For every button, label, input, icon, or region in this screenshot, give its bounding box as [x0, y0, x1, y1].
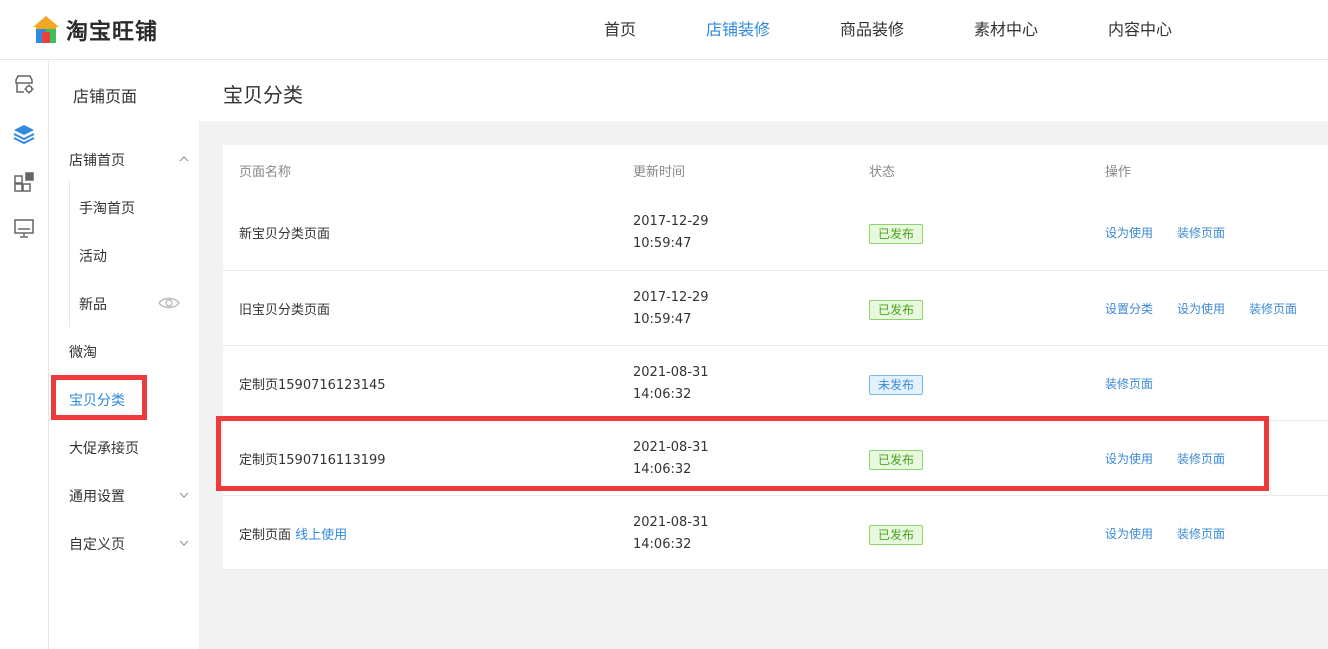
highlight-box-sidebar [51, 375, 147, 420]
page-name: 新宝贝分类页面 [239, 227, 331, 242]
nav-content-center[interactable]: 内容中心 [1108, 0, 1172, 60]
sidebar-item-promo-landing[interactable]: 大促承接页 [69, 438, 139, 458]
page-title: 宝贝分类 [223, 83, 303, 107]
main-header: 宝贝分类 [199, 61, 1328, 121]
table-row: 定制页1590716123145 2021-08-31 14:06:32 未发布 … [223, 345, 1328, 420]
updated-time: 2021-08-31 14:06:32 [633, 515, 709, 552]
nav-home[interactable]: 首页 [604, 0, 636, 60]
updated-time: 2021-08-31 14:06:32 [633, 365, 709, 402]
nav-material-center[interactable]: 素材中心 [974, 0, 1038, 60]
sidebar-item-custom-pages[interactable]: 自定义页 [69, 534, 125, 554]
decorate-page-link[interactable]: 装修页面 [1177, 525, 1225, 542]
modules-icon[interactable] [13, 171, 35, 193]
sidebar-item-new-products[interactable]: 新品 [79, 294, 107, 314]
table-row: 旧宝贝分类页面 2017-12-29 10:59:47 已发布 设置分类 设为使用… [223, 270, 1328, 345]
icon-rail [0, 61, 49, 649]
column-header-name: 页面名称 [239, 165, 292, 180]
store-settings-icon[interactable] [13, 74, 35, 96]
set-in-use-link[interactable]: 设为使用 [1177, 300, 1225, 317]
decorate-page-link[interactable]: 装修页面 [1177, 224, 1225, 241]
sidebar-item-activity[interactable]: 活动 [79, 246, 107, 266]
top-header: 淘宝旺铺 首页 店铺装修 商品装修 素材中心 内容中心 [0, 0, 1328, 60]
column-header-updated: 更新时间 [633, 165, 686, 180]
status-badge: 未发布 [869, 375, 924, 395]
decorate-page-link[interactable]: 装修页面 [1249, 300, 1297, 317]
page-name: 定制页1590716123145 [239, 378, 386, 393]
layers-icon[interactable] [13, 123, 35, 145]
nav-store-decoration[interactable]: 店铺装修 [706, 0, 770, 60]
updated-time: 2017-12-29 10:59:47 [633, 290, 709, 327]
chevron-up-icon[interactable] [179, 154, 189, 164]
nav-product-decoration[interactable]: 商品装修 [840, 0, 904, 60]
decorate-page-link[interactable]: 装修页面 [1105, 375, 1153, 392]
sidebar: 店铺页面 店铺首页 手淘首页 活动 新品 微淘 宝贝分类 大促承接页 通用设置 … [49, 61, 199, 649]
sidebar-title: 店铺页面 [73, 87, 138, 106]
set-in-use-link[interactable]: 设为使用 [1105, 525, 1153, 542]
online-use-link[interactable]: 线上使用 [295, 528, 347, 543]
sidebar-item-mobile-home[interactable]: 手淘首页 [79, 198, 135, 218]
page-name: 定制页面 线上使用 [239, 528, 348, 543]
logo-text: 淘宝旺铺 [66, 20, 159, 45]
table-row: 定制页面 线上使用 2021-08-31 14:06:32 已发布 设为使用 装修… [223, 495, 1328, 570]
logo[interactable]: 淘宝旺铺 [32, 13, 158, 47]
sidebar-item-store-home[interactable]: 店铺首页 [69, 150, 125, 170]
eye-icon[interactable] [158, 295, 180, 311]
column-header-actions: 操作 [1105, 165, 1132, 180]
set-category-link[interactable]: 设置分类 [1105, 300, 1153, 317]
chevron-down-icon[interactable] [179, 490, 189, 500]
monitor-icon[interactable] [13, 217, 35, 239]
submenu-line [69, 181, 70, 327]
pages-table: 页面名称 更新时间 状态 操作 新宝贝分类页面 2017-12-29 10:59:… [223, 145, 1328, 570]
store-logo-icon [32, 15, 60, 45]
status-badge: 已发布 [869, 300, 924, 320]
sidebar-item-general-settings[interactable]: 通用设置 [69, 486, 125, 506]
updated-time: 2017-12-29 10:59:47 [633, 214, 709, 251]
chevron-down-icon[interactable] [179, 538, 189, 548]
page-name: 旧宝贝分类页面 [239, 303, 331, 318]
column-header-status: 状态 [869, 165, 896, 180]
set-in-use-link[interactable]: 设为使用 [1105, 224, 1153, 241]
status-badge: 已发布 [869, 224, 924, 244]
table-row: 新宝贝分类页面 2017-12-29 10:59:47 已发布 设为使用 装修页面 [223, 195, 1328, 270]
status-badge: 已发布 [869, 525, 924, 545]
sidebar-item-weitao[interactable]: 微淘 [69, 342, 97, 362]
highlight-box-row [216, 416, 1269, 491]
